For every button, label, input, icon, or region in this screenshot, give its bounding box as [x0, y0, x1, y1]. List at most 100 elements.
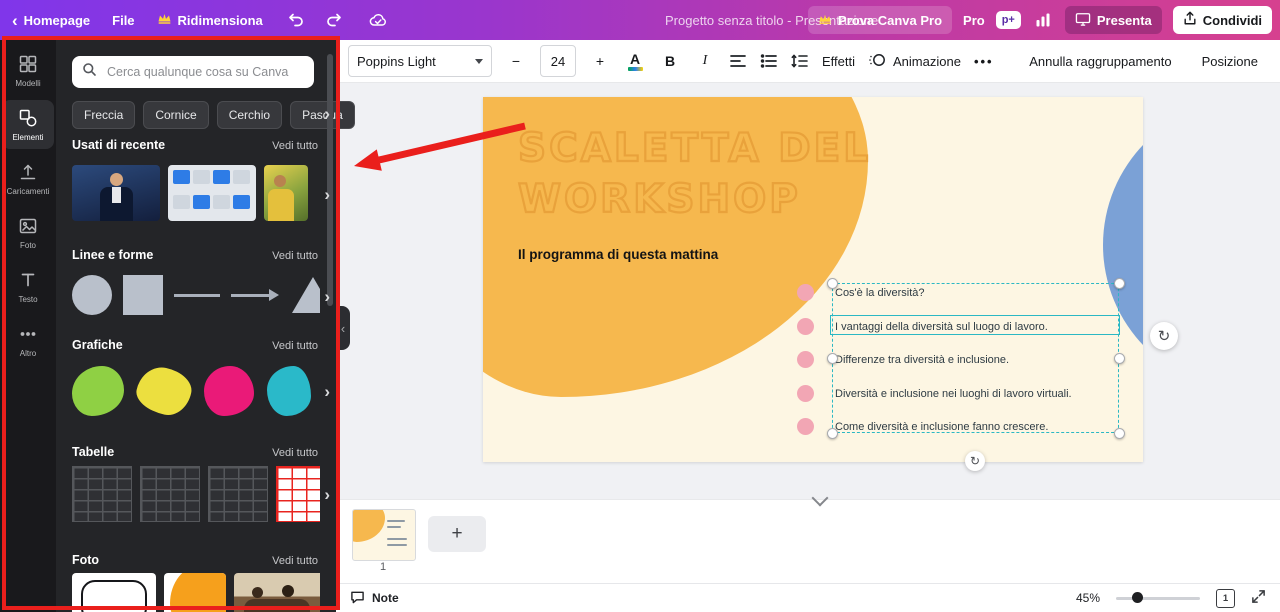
- share-button[interactable]: Condividi: [1173, 6, 1272, 34]
- try-pro-button[interactable]: Prova Canva Pro: [808, 6, 952, 34]
- graphic-blob-magenta[interactable]: [204, 366, 254, 416]
- list-bullet[interactable]: [797, 318, 814, 335]
- canvas-area: SCALETTA DEL WORKSHOP Il programma di qu…: [336, 82, 1280, 584]
- see-all-tables[interactable]: Vedi tutto: [272, 447, 318, 459]
- pro-label[interactable]: Pro: [963, 13, 985, 28]
- list-bullet[interactable]: [797, 385, 814, 402]
- notes-button[interactable]: Note: [350, 590, 399, 607]
- table-thumb-dark-2[interactable]: [140, 466, 200, 522]
- graphic-blob-yellow[interactable]: [133, 363, 195, 419]
- selection-handle-mid-left[interactable]: [827, 353, 838, 364]
- search-input[interactable]: [105, 64, 304, 80]
- font-size-increase-button[interactable]: +: [589, 47, 611, 75]
- more-options-button[interactable]: •••: [974, 54, 994, 69]
- table-thumb-red[interactable]: [276, 466, 320, 522]
- shape-circle[interactable]: [72, 275, 112, 315]
- ungroup-button[interactable]: Annulla raggruppamento: [1029, 54, 1171, 69]
- list-bullet[interactable]: [797, 284, 814, 301]
- file-menu[interactable]: File: [112, 13, 134, 28]
- share-upload-icon: [1183, 11, 1197, 29]
- photo-thumb-people[interactable]: [234, 573, 320, 612]
- slide-thumbnail-1[interactable]: [352, 509, 416, 561]
- see-all-photos[interactable]: Vedi tutto: [272, 555, 318, 567]
- invite-members-button[interactable]: p+: [996, 11, 1021, 29]
- list-bullet[interactable]: [797, 351, 814, 368]
- sidebar-item-elementi[interactable]: Elementi: [2, 100, 54, 149]
- search-bar[interactable]: [72, 56, 314, 88]
- font-size-decrease-button[interactable]: −: [505, 47, 527, 75]
- text-align-icon[interactable]: [729, 53, 747, 69]
- text-color-button[interactable]: A: [624, 47, 646, 75]
- slide-subtitle[interactable]: Il programma di questa mattina: [518, 247, 718, 262]
- panel-scrollbar[interactable]: [327, 54, 333, 306]
- zoom-level[interactable]: 45%: [1076, 591, 1100, 605]
- effects-button[interactable]: Effetti: [822, 54, 855, 69]
- photo-thumb-orange[interactable]: [164, 573, 226, 612]
- shape-line[interactable]: [174, 294, 220, 297]
- grid-view-button[interactable]: 1: [1216, 589, 1235, 608]
- italic-button[interactable]: I: [694, 47, 716, 75]
- shape-triangle[interactable]: [292, 277, 320, 313]
- panel-collapse-button[interactable]: ‹: [336, 306, 350, 350]
- crown-icon: [818, 13, 832, 28]
- graphics-scroll-chevron-icon[interactable]: ›: [324, 382, 330, 402]
- position-button[interactable]: Posizione: [1202, 54, 1258, 69]
- chip-freccia[interactable]: Freccia: [72, 101, 135, 129]
- sidebar-item-altro[interactable]: Altro: [2, 316, 54, 365]
- selection-handle-mid-right[interactable]: [1114, 353, 1125, 364]
- selection-handle-bottom-left[interactable]: [827, 428, 838, 439]
- sidebar-item-caricamenti[interactable]: Caricamenti: [2, 154, 54, 203]
- table-thumb-dark-3[interactable]: [208, 466, 268, 522]
- selection-box[interactable]: [832, 283, 1119, 433]
- sidebar-item-modelli[interactable]: Modelli: [2, 46, 54, 95]
- chip-cornice[interactable]: Cornice: [143, 101, 208, 129]
- add-page-button[interactable]: +: [428, 516, 486, 552]
- photo-thumb-outline[interactable]: [72, 573, 156, 612]
- recent-thumb-keyboard[interactable]: [168, 165, 256, 221]
- present-button[interactable]: Presenta: [1065, 6, 1162, 34]
- cloud-saved-icon[interactable]: [367, 9, 389, 31]
- recent-thumb-person[interactable]: [264, 165, 308, 221]
- shapes-scroll-chevron-icon[interactable]: ›: [324, 287, 330, 307]
- zoom-slider-knob[interactable]: [1132, 592, 1143, 603]
- table-thumb-dark-1[interactable]: [72, 466, 132, 522]
- homepage-button[interactable]: ‹ Homepage: [12, 12, 90, 29]
- spacing-icon[interactable]: [791, 53, 809, 69]
- see-all-shapes[interactable]: Vedi tutto: [272, 250, 318, 262]
- list-bullet[interactable]: [797, 418, 814, 435]
- recent-scroll-chevron-icon[interactable]: ›: [324, 185, 330, 205]
- animation-button[interactable]: Animazione: [868, 52, 961, 71]
- insights-chart-icon[interactable]: [1032, 9, 1054, 31]
- tables-scroll-chevron-icon[interactable]: ›: [324, 485, 330, 505]
- sidebar-item-testo[interactable]: Testo: [2, 262, 54, 311]
- redo-icon[interactable]: [323, 9, 345, 31]
- shape-arrow[interactable]: [231, 289, 281, 301]
- zoom-slider[interactable]: [1116, 597, 1200, 600]
- chip-pasqua[interactable]: Pasqua: [290, 101, 355, 129]
- selection-handle-bottom-right[interactable]: [1114, 428, 1125, 439]
- shape-square[interactable]: [123, 275, 163, 315]
- see-all-graphics[interactable]: Vedi tutto: [272, 340, 318, 352]
- list-icon[interactable]: [760, 53, 778, 69]
- slide-title[interactable]: SCALETTA DEL WORKSHOP: [518, 123, 871, 225]
- shuffle-element-button[interactable]: ↻: [1150, 322, 1178, 350]
- graphic-blob-teal[interactable]: [267, 366, 311, 416]
- chip-cerchio[interactable]: Cerchio: [217, 101, 282, 129]
- selection-handle-top-left[interactable]: [827, 278, 838, 289]
- see-all-recent[interactable]: Vedi tutto: [272, 140, 318, 152]
- fullscreen-icon[interactable]: [1251, 589, 1266, 607]
- selection-handle-top-right[interactable]: [1114, 278, 1125, 289]
- undo-icon[interactable]: [285, 9, 307, 31]
- slide[interactable]: SCALETTA DEL WORKSHOP Il programma di qu…: [483, 97, 1143, 462]
- font-select[interactable]: Poppins Light: [348, 45, 492, 77]
- recent-thumb-businessman[interactable]: [72, 165, 160, 221]
- chips-scroll-chevron-icon[interactable]: ›: [324, 104, 330, 124]
- resize-button[interactable]: Ridimensiona: [157, 12, 263, 28]
- top-bar: ‹ Homepage File Ridimensiona: [0, 0, 1280, 40]
- search-icon: [82, 62, 97, 82]
- bold-button[interactable]: B: [659, 47, 681, 75]
- sidebar-item-foto[interactable]: Foto: [2, 208, 54, 257]
- rotate-handle[interactable]: ↻: [965, 451, 985, 471]
- graphic-blob-green[interactable]: [72, 366, 124, 416]
- font-size-value[interactable]: 24: [540, 45, 576, 77]
